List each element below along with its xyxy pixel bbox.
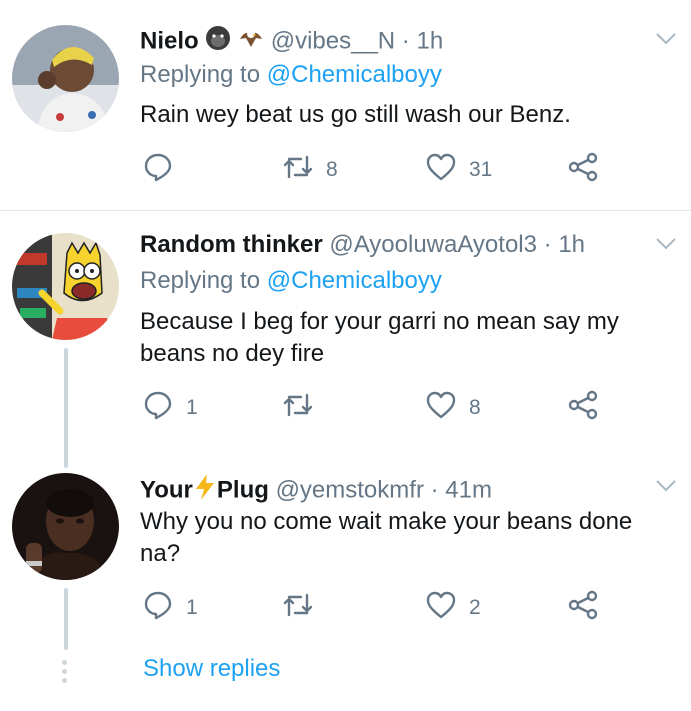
retweet-button[interactable] bbox=[282, 588, 326, 628]
timestamp[interactable]: 1h bbox=[416, 27, 443, 54]
mention-link[interactable]: @Chemicalboyy bbox=[267, 61, 442, 88]
like-count: 8 bbox=[469, 396, 481, 419]
reply-icon bbox=[142, 389, 174, 427]
timestamp[interactable]: 41m bbox=[445, 476, 492, 503]
mention-link[interactable]: @Chemicalboyy bbox=[267, 267, 442, 294]
user-handle[interactable]: @yemstokmfr bbox=[276, 476, 424, 503]
timestamp[interactable]: 1h bbox=[558, 231, 585, 258]
separator: · bbox=[543, 231, 552, 258]
replying-to: Replying to @Chemicalboyy bbox=[140, 60, 442, 90]
replying-prefix: Replying to bbox=[140, 267, 267, 294]
user-handle[interactable]: @AyooluwaAyotol3 bbox=[329, 231, 537, 258]
retweet-count: 8 bbox=[326, 158, 338, 181]
retweet-button[interactable] bbox=[282, 388, 326, 428]
replying-to: Replying to @Chemicalboyy bbox=[140, 266, 442, 296]
eagle-emoji bbox=[238, 25, 264, 59]
retweet-icon bbox=[282, 389, 314, 427]
separator: · bbox=[401, 27, 410, 55]
replying-prefix: Replying to bbox=[140, 61, 267, 88]
reply-count: 1 bbox=[186, 396, 198, 419]
share-button[interactable] bbox=[567, 150, 599, 190]
reply-button[interactable]: 1 bbox=[142, 388, 198, 428]
share-icon bbox=[567, 389, 599, 427]
avatar[interactable] bbox=[12, 25, 119, 132]
chevron-down-icon[interactable] bbox=[655, 237, 677, 251]
reply-icon bbox=[142, 589, 174, 627]
share-button[interactable] bbox=[567, 588, 599, 628]
reply-icon bbox=[142, 151, 174, 189]
gorilla-emoji bbox=[205, 25, 231, 59]
display-name-part1[interactable]: Your bbox=[140, 476, 193, 503]
tweet-actions: 1 8 bbox=[140, 388, 620, 428]
display-name-part2[interactable]: Plug bbox=[217, 476, 269, 503]
reply-button[interactable]: 1 bbox=[142, 588, 198, 628]
like-button[interactable]: 2 bbox=[425, 588, 481, 628]
tweet-1[interactable]: Nielo @vibes__N · 1h Replying to @Chemic… bbox=[0, 0, 691, 210]
lightning-emoji bbox=[193, 473, 217, 509]
reply-count: 1 bbox=[186, 596, 198, 619]
user-handle[interactable]: @vibes__N bbox=[271, 27, 395, 54]
like-button[interactable]: 8 bbox=[425, 388, 481, 428]
tweet-text: Why you no come wait make your beans don… bbox=[140, 508, 633, 567]
tweet-3[interactable]: Your Plug @yemstokmfr · 41m Why you no co… bbox=[0, 462, 691, 652]
avatar[interactable] bbox=[12, 473, 119, 580]
retweet-icon bbox=[282, 151, 314, 189]
avatar[interactable] bbox=[12, 233, 119, 340]
separator: · bbox=[430, 476, 439, 504]
like-button[interactable]: 31 bbox=[425, 150, 492, 190]
retweet-button[interactable]: 8 bbox=[282, 150, 338, 190]
tweet-2[interactable]: Random thinker @AyooluwaAyotol3 · 1h Rep… bbox=[0, 211, 691, 461]
chevron-down-icon[interactable] bbox=[655, 32, 677, 46]
heart-icon bbox=[425, 151, 457, 189]
show-replies-link[interactable]: Show replies bbox=[143, 655, 280, 683]
tweet-text: Rain wey beat us go still wash our Benz. bbox=[140, 101, 571, 128]
tweet-actions: 1 2 bbox=[140, 588, 620, 628]
tweet-actions: 8 31 bbox=[140, 150, 620, 190]
reply-button[interactable] bbox=[142, 150, 186, 190]
display-name[interactable]: Nielo bbox=[140, 27, 199, 54]
share-icon bbox=[567, 589, 599, 627]
more-dots-icon bbox=[61, 660, 69, 687]
retweet-icon bbox=[282, 589, 314, 627]
like-count: 2 bbox=[469, 596, 481, 619]
heart-icon bbox=[425, 389, 457, 427]
like-count: 31 bbox=[469, 158, 493, 181]
heart-icon bbox=[425, 589, 457, 627]
share-icon bbox=[567, 151, 599, 189]
chevron-down-icon[interactable] bbox=[655, 479, 677, 493]
display-name[interactable]: Random thinker bbox=[140, 231, 323, 258]
share-button[interactable] bbox=[567, 388, 599, 428]
tweet-text: Because I beg for your garri no mean say… bbox=[140, 308, 619, 367]
